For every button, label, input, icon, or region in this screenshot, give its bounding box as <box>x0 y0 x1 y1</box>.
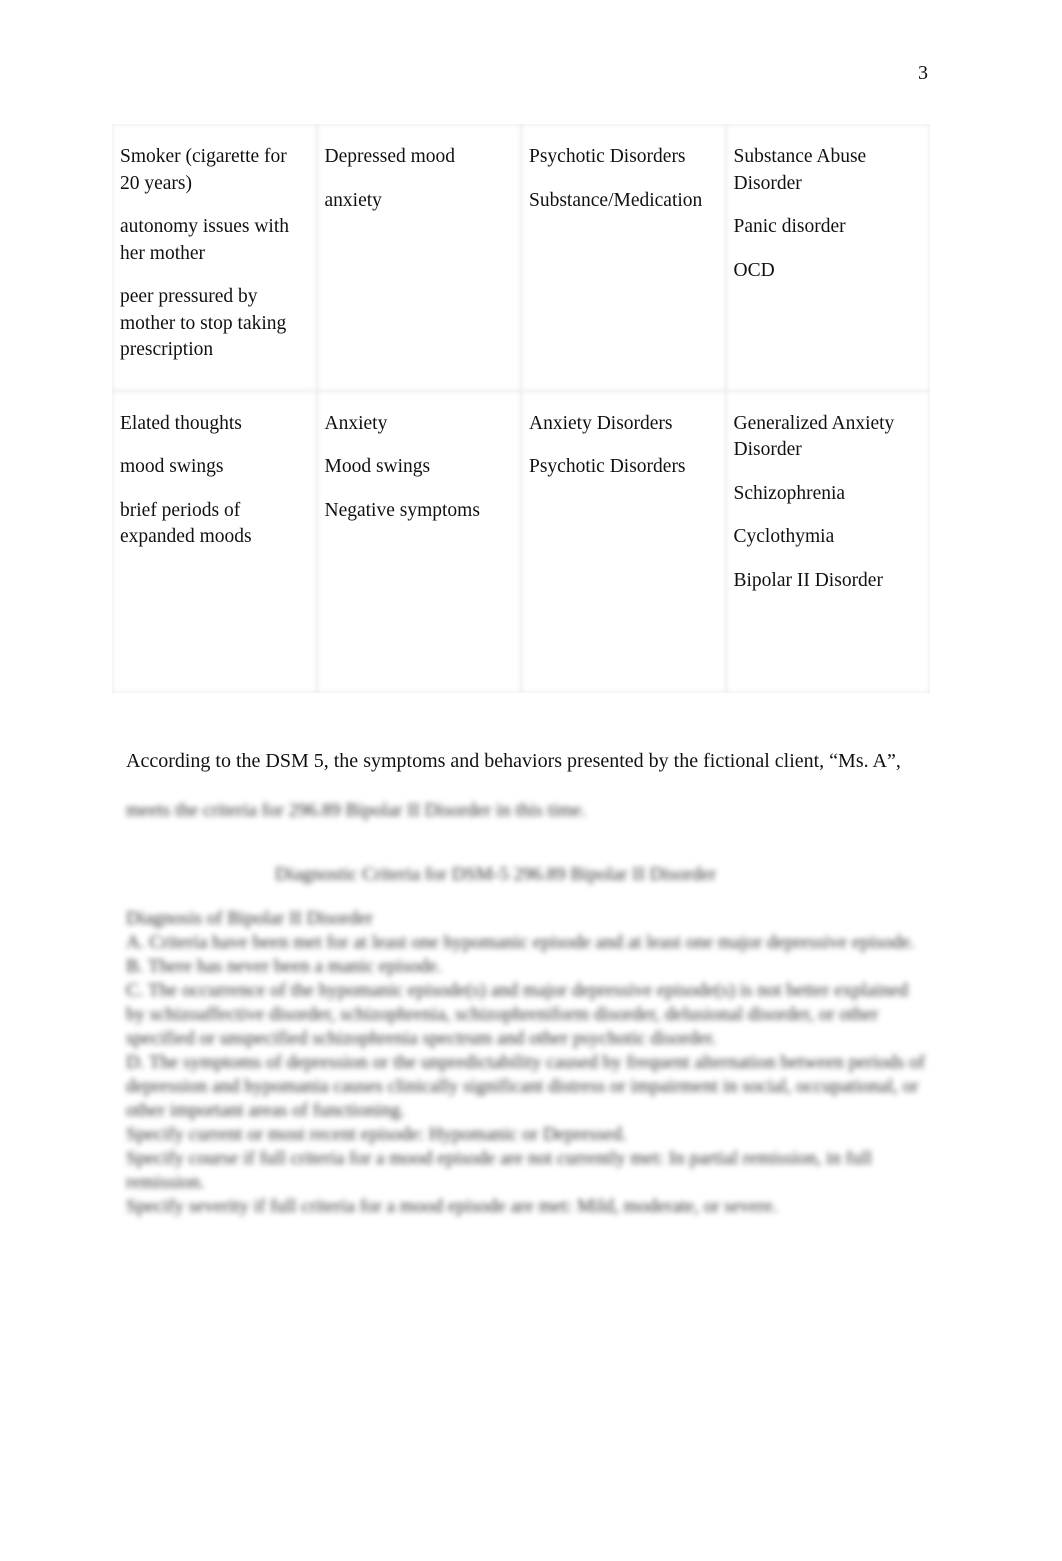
criteria-block: Diagnosis of Bipolar II Disorder A. Crit… <box>126 907 926 1219</box>
blurred-line: meets the criteria for 296.89 Bipolar II… <box>126 800 587 821</box>
table-row: Elated thoughts mood swings brief periods … <box>112 391 930 693</box>
table-cell: Generalized Anxiety Disorder Schizophreni… <box>726 391 931 693</box>
cell-text: Cyclothymia <box>733 526 835 547</box>
page-number: 3 <box>918 62 928 84</box>
criteria-line: Specify course if full criteria for a mo… <box>126 1148 873 1193</box>
criteria-line: D. The symptoms of depression or the unp… <box>126 1052 926 1121</box>
cell-text: anxiety <box>324 189 382 211</box>
table-cell: Anxiety Mood swings Negative symptoms <box>317 391 522 693</box>
cell-text: mood swings <box>120 456 224 477</box>
cell-text: Panic disorder <box>733 216 846 237</box>
cell-text: Psychotic Disorders <box>529 456 686 477</box>
cell-text: autonomy issues with her mother <box>120 216 289 264</box>
criteria-line: Specify current or most recent episode: … <box>126 1124 627 1145</box>
cell-text: Depressed mood <box>324 146 456 167</box>
cell-text: Substance Abuse Disorder <box>733 146 867 194</box>
cell-text: Bipolar II Disorder <box>733 569 883 591</box>
criteria-line: C. The occurrence of the hypomanic episo… <box>126 980 909 1049</box>
criteria-line: B. There has never been a manic episode. <box>126 956 442 977</box>
cell-text: Schizophrenia <box>733 482 846 504</box>
cell-text: Psychotic Disorders <box>529 146 686 167</box>
cell-text: peer pressured by mother to stop taking … <box>120 286 287 360</box>
table-cell: Substance Abuse Disorder Panic disorder OC… <box>726 124 931 391</box>
table-cell: Elated thoughts mood swings brief periods … <box>112 391 317 693</box>
table-cell: Psychotic Disorders Substance/Medication <box>521 124 726 391</box>
table-cell: Smoker (cigarette for 20 years) autonomy … <box>112 124 317 391</box>
criteria-line: Diagnosis of Bipolar II Disorder <box>126 908 373 929</box>
table-row: Smoker (cigarette for 20 years) autonomy … <box>112 124 930 391</box>
cell-text: Smoker (cigarette for 20 years) <box>120 146 287 194</box>
cell-text: Negative symptoms <box>324 499 480 521</box>
criteria-line: Specify severity if full criteria for a … <box>126 1196 778 1217</box>
criteria-line: A. Criteria have been met for at least o… <box>126 932 915 953</box>
cell-text: OCD <box>733 259 775 281</box>
intro-paragraph: According to the DSM 5, the symptoms and… <box>126 750 901 772</box>
table-cell: Anxiety Disorders Psychotic Disorders <box>521 391 726 693</box>
criteria-title: Diagnostic Criteria for DSM-5 296.89 Bip… <box>275 864 717 885</box>
cell-text: brief periods of expanded moods <box>120 499 252 548</box>
cell-text: Anxiety Disorders <box>529 412 673 434</box>
cell-text: Elated thoughts <box>120 412 242 434</box>
cell-text: Substance/Medication <box>529 189 703 211</box>
cell-text: Anxiety <box>324 412 388 434</box>
cell-text: Generalized Anxiety Disorder <box>733 412 895 461</box>
symptoms-table: Smoker (cigarette for 20 years) autonomy … <box>112 124 930 693</box>
cell-text: Mood swings <box>324 456 431 477</box>
table-cell: Depressed mood anxiety <box>317 124 522 391</box>
